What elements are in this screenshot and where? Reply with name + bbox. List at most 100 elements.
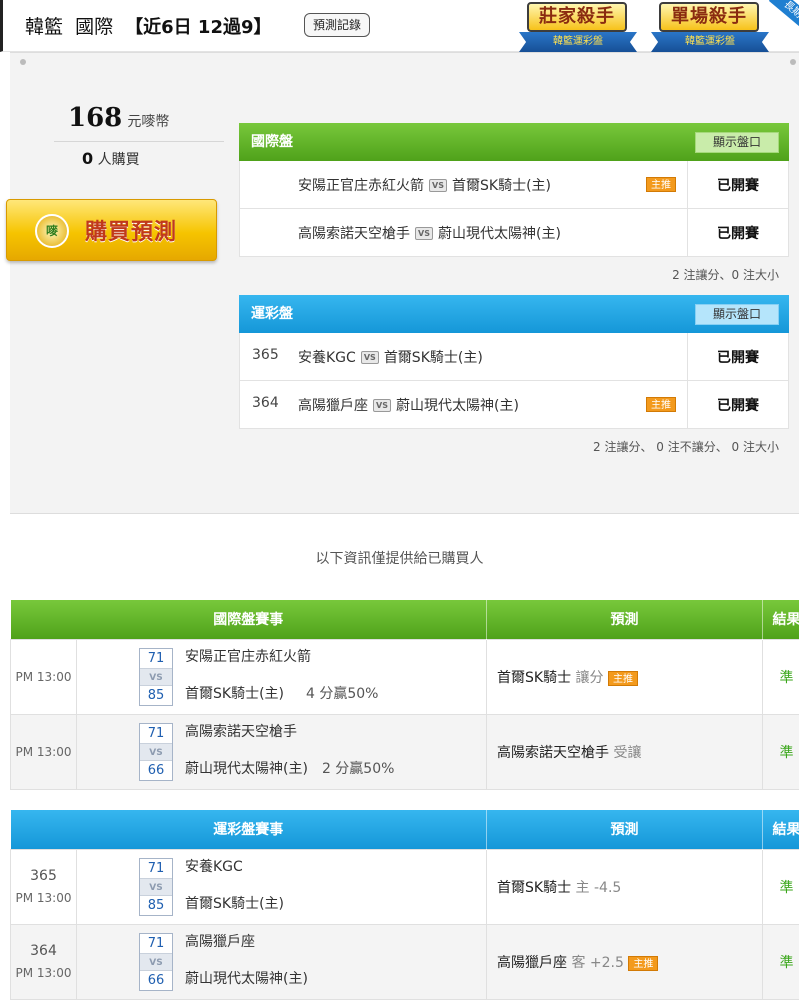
match-teams: 高陽索諾天空槍手 VS 蔚山現代太陽神(主) — [298, 223, 561, 243]
score-box: 71 VS 66 — [139, 722, 173, 781]
buy-prediction-button[interactable]: 嘜 購買預測 — [6, 199, 217, 261]
match-status: 已開賽 — [717, 226, 759, 242]
match-row: 高陽索諾天空槍手 VS 蔚山現代太陽神(主) 已開賽 — [239, 209, 789, 257]
prediction-record-button[interactable]: 預測記錄 — [304, 13, 371, 37]
buyer-count-value: 0 — [82, 149, 94, 168]
column-header-result: 結果 — [762, 600, 799, 639]
table-header-row: 國際盤賽事 預測 結果 — [10, 600, 799, 639]
match-cell: 365 安養KGC VS 首爾SK騎士(主) — [240, 333, 688, 380]
corner-ribbon: 長期 — [759, 0, 799, 40]
pick-type: 主 -4.5 — [575, 879, 622, 896]
international-title: 國際盤 — [251, 134, 293, 150]
buyer-count: 0 人購買 — [82, 149, 140, 169]
lottery-results-table: 運彩盤賽事 預測 結果 365 PM 13:00 71 VS 85 安養KGC … — [10, 810, 799, 1000]
away-team: 蔚山現代太陽神(主) — [438, 226, 561, 242]
score-diff: 2 分贏50% — [321, 760, 395, 777]
page-header: 韓籃 國際 【近6日 12過9】 預測記錄 莊家殺手 韓籃運彩盤 單場殺手 韓籃… — [0, 0, 799, 52]
pick-team: 高陽索諾天空槍手 — [497, 744, 609, 761]
price-unit: 元嘜幣 — [127, 113, 170, 129]
time-cell: PM 13:00 — [10, 713, 77, 790]
column-header-prediction: 預測 — [486, 810, 763, 849]
pin-icon — [20, 59, 26, 65]
score-team1: 71 — [147, 725, 165, 741]
league-name: 韓籃 — [25, 16, 64, 38]
scoreboard: 71 VS 66 高陽索諾天空槍手 蔚山現代太陽神(主) 2 分贏50% — [77, 722, 486, 781]
match-row: 安陽正官庄赤紅火箭 VS 首爾SK騎士(主) 主推 已開賽 — [239, 161, 789, 209]
table-row: PM 13:00 71 VS 85 安陽正官庄赤紅火箭 首爾SK騎士(主) 4 分… — [10, 638, 799, 715]
coin-icon: 嘜 — [35, 214, 69, 248]
home-team: 高陽索諾天空槍手 — [298, 226, 410, 242]
buyers-only-notice: 以下資訊僅提供給已購買人 — [315, 551, 484, 567]
home-team: 高陽獵戶座 — [298, 398, 368, 414]
main-pick-tag: 主推 — [628, 955, 659, 971]
match-cell: 364 高陽獵戶座 VS 蔚山現代太陽神(主) 主推 — [240, 381, 688, 428]
prediction-cell: 高陽獵戶座 客 +2.5 主推 — [486, 923, 763, 1000]
show-odds-button[interactable]: 顯示盤口 — [695, 304, 779, 325]
pick-type: 客 +2.5 — [571, 954, 624, 971]
badge-ribbon: 韓籃運彩盤 — [519, 32, 637, 52]
page-title: 韓籃 國際 【近6日 12過9】 — [25, 12, 272, 39]
prediction-cell: 高陽索諾天空槍手 受讓 — [486, 713, 763, 790]
vs-icon: VS — [360, 351, 379, 364]
table-row: 364 PM 13:00 71 VS 66 高陽獵戶座 蔚山現代太陽神(主) 高… — [10, 923, 799, 1000]
pick-type: 讓分 — [575, 669, 604, 686]
international-header: 國際盤 顯示盤口 — [239, 123, 789, 161]
bet-summary: 2 注讓分、 0 注不讓分、 0 注大小 — [593, 440, 779, 454]
international-results-table: 國際盤賽事 預測 結果 PM 13:00 71 VS 85 安陽正官庄赤紅火箭 … — [10, 600, 799, 790]
score-diff: 4 分贏50% — [306, 685, 379, 702]
match-row: 364 高陽獵戶座 VS 蔚山現代太陽神(主) 主推 已開賽 — [239, 381, 789, 429]
corner-ribbon-label: 長期 — [768, 0, 799, 40]
vs-icon: VS — [429, 179, 447, 192]
pick-team: 首爾SK騎士 — [497, 669, 572, 686]
pick-team: 首爾SK騎士 — [497, 879, 572, 896]
time-cell: 364 PM 13:00 — [10, 923, 77, 1000]
score-box: 71 VS 85 — [139, 857, 173, 916]
vs-icon: VS — [140, 742, 172, 761]
main-pick-tag: 主推 — [607, 670, 638, 686]
scoreboard: 71 VS 66 高陽獵戶座 蔚山現代太陽神(主) — [77, 932, 486, 991]
badge-title: 單場殺手 — [659, 2, 759, 32]
main-pick-tag: 主推 — [646, 397, 676, 412]
match-teams: 高陽獵戶座 VS 蔚山現代太陽神(主) — [298, 395, 519, 415]
pin-icon — [790, 59, 796, 65]
show-odds-button[interactable]: 顯示盤口 — [695, 132, 779, 153]
match-teams: 安養KGC VS 首爾SK騎士(主) — [298, 347, 483, 367]
divider — [54, 141, 224, 142]
table-row: 365 PM 13:00 71 VS 85 安養KGC 首爾SK騎士(主) 首爾… — [10, 848, 799, 925]
match-status: 已開賽 — [717, 398, 759, 414]
team1-name: 安養KGC — [185, 858, 243, 875]
price: 168 元嘜幣 — [68, 103, 169, 133]
scoreboard: 71 VS 85 安陽正官庄赤紅火箭 首爾SK騎士(主) 4 分贏50% — [77, 647, 486, 706]
match-status: 已開賽 — [717, 350, 759, 366]
result-cell: 準 — [762, 713, 799, 790]
score-cell: 71 VS 66 高陽索諾天空槍手 蔚山現代太陽神(主) 2 分贏50% — [76, 713, 487, 790]
match-id: 364 — [30, 942, 57, 959]
match-time: PM 13:00 — [15, 890, 72, 905]
column-header-event: 運彩盤賽事 — [10, 810, 487, 849]
pick-type: 受讓 — [613, 744, 642, 761]
price-value: 168 — [68, 103, 123, 133]
badge-ribbon: 韓籃運彩盤 — [651, 32, 769, 52]
tag-wrap: 主推 — [646, 176, 676, 192]
badge-bookie-killer: 莊家殺手 韓籃運彩盤 — [519, 0, 637, 58]
away-team: 首爾SK騎士(主) — [383, 350, 483, 366]
result-cell: 準 — [762, 848, 799, 925]
buy-prediction-label: 購買預測 — [85, 220, 178, 245]
score-box: 71 VS 66 — [139, 932, 173, 991]
pick-team: 高陽獵戶座 — [497, 954, 567, 971]
badge-single-killer: 單場殺手 韓籃運彩盤 — [651, 0, 769, 58]
main-pick-tag: 主推 — [646, 177, 676, 192]
team1-name: 高陽獵戶座 — [185, 933, 255, 950]
team2-name: 蔚山現代太陽神(主) — [185, 970, 308, 987]
record-summary: 【近6日 12過9】 — [125, 17, 272, 38]
lottery-block: 運彩盤 顯示盤口 365 安養KGC VS 首爾SK騎士(主) 已開賽 364 高陽… — [239, 295, 789, 455]
score-cell: 71 VS 85 安陽正官庄赤紅火箭 首爾SK騎士(主) 4 分贏50% — [76, 638, 487, 715]
vs-icon: VS — [140, 952, 172, 971]
score-box: 71 VS 85 — [139, 647, 173, 706]
table-row: PM 13:00 71 VS 66 高陽索諾天空槍手 蔚山現代太陽神(主) 2 分… — [10, 713, 799, 790]
team2-name: 首爾SK騎士(主) — [185, 895, 284, 912]
lottery-header: 運彩盤 顯示盤口 — [239, 295, 789, 333]
team2-name: 蔚山現代太陽神(主) — [185, 760, 308, 777]
column-header-result: 結果 — [762, 810, 799, 849]
match-cell: 安陽正官庄赤紅火箭 VS 首爾SK騎士(主) 主推 — [240, 161, 688, 208]
